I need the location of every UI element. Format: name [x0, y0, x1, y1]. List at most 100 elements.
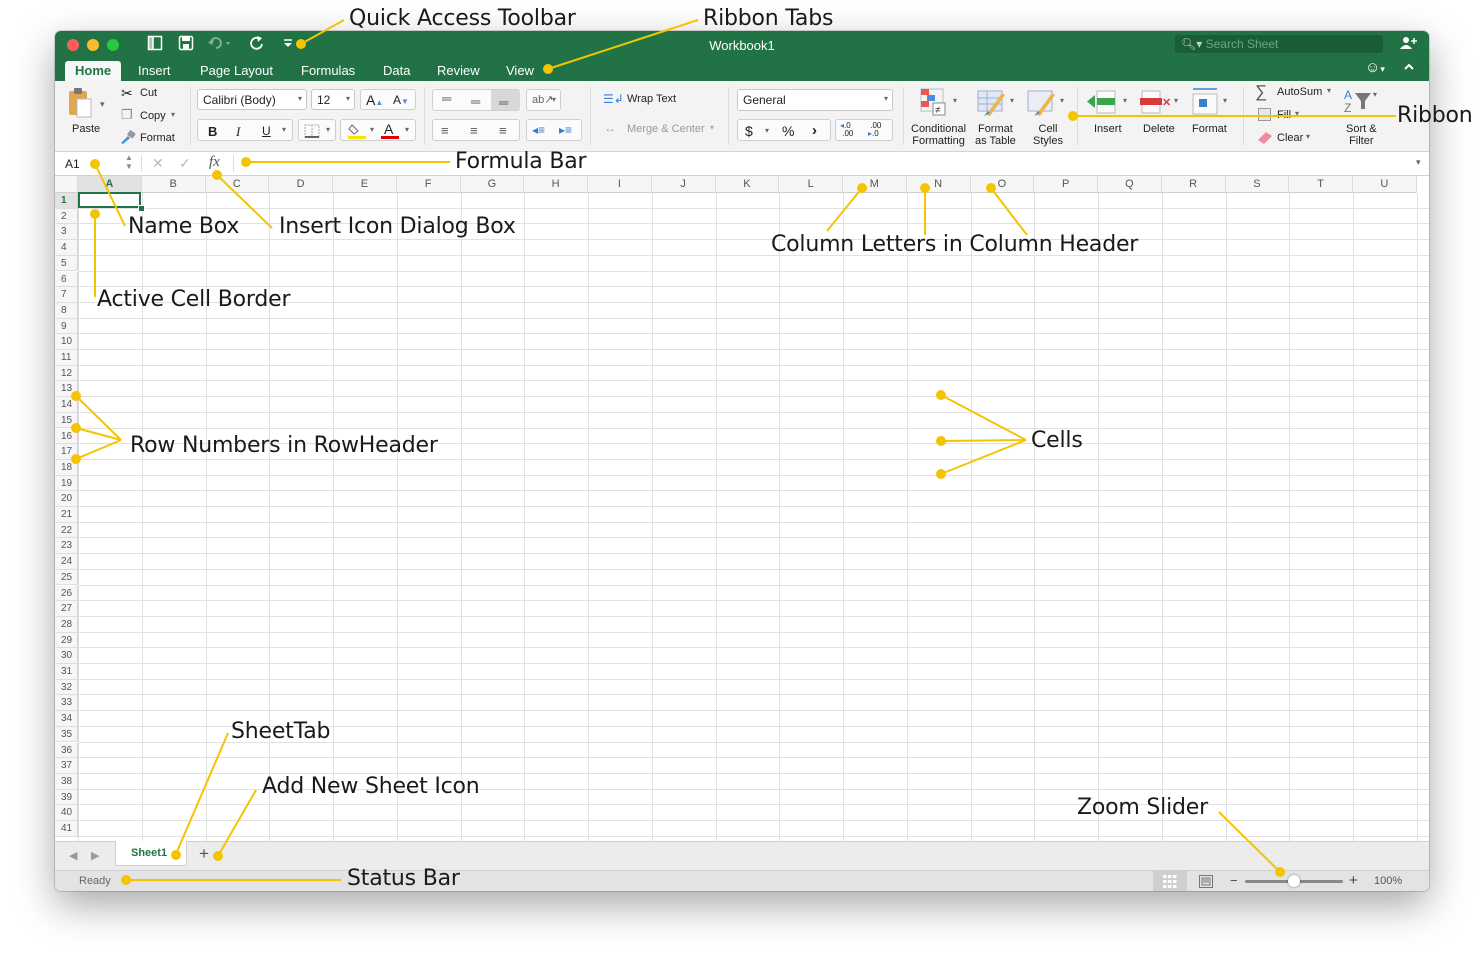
merge-center-button[interactable]: Merge & Center	[627, 123, 705, 135]
align-left-icon[interactable]: ≡	[441, 123, 449, 138]
row-header-1[interactable]: 1	[55, 193, 78, 209]
tab-home[interactable]: Home	[65, 61, 122, 81]
page-layout-view-button[interactable]	[1199, 875, 1213, 891]
merge-icon[interactable]: ↔	[604, 121, 616, 135]
column-header-j[interactable]: J	[651, 176, 716, 193]
row-header-31[interactable]: 31	[55, 664, 78, 680]
row-header-12[interactable]: 12	[55, 365, 78, 382]
insert-function-icon[interactable]: fx	[209, 154, 220, 171]
format-painter-button[interactable]: Format	[140, 132, 175, 144]
clear-button[interactable]: Clear	[1277, 132, 1303, 144]
fill-color-button[interactable]	[347, 122, 367, 145]
row-header-35[interactable]: 35	[55, 726, 78, 743]
row-header-37[interactable]: 37	[55, 758, 78, 774]
wrap-text-icon[interactable]: ☰↲	[603, 92, 624, 106]
italic-button[interactable]: I	[236, 124, 240, 140]
copy-dropdown-icon[interactable]: ▾	[171, 110, 175, 119]
font-name-select[interactable]: Calibri (Body) ▾	[197, 89, 307, 110]
grow-font-button[interactable]: A▲	[366, 92, 383, 108]
format-cells-button[interactable]: Format	[1192, 123, 1227, 135]
column-header-i[interactable]: I	[588, 176, 652, 193]
increase-decimal-button[interactable]: ◂.0 .00	[840, 122, 853, 138]
row-header-8[interactable]: 8	[55, 302, 78, 319]
next-sheet-icon[interactable]: ▶	[91, 849, 99, 862]
column-header-e[interactable]: E	[333, 176, 397, 193]
column-header-k[interactable]: K	[715, 176, 780, 193]
sheet-tab-sheet1[interactable]: Sheet1	[115, 841, 187, 866]
conditional-formatting-button[interactable]: Conditional Formatting	[911, 123, 966, 147]
share-user-icon[interactable]	[1400, 35, 1418, 55]
increase-indent-icon[interactable]: ▸≡	[559, 123, 572, 137]
row-header-5[interactable]: 5	[55, 255, 78, 272]
column-header-o[interactable]: O	[970, 176, 1035, 193]
currency-button[interactable]: $	[745, 123, 753, 139]
percent-button[interactable]: %	[782, 123, 794, 139]
column-header-f[interactable]: F	[396, 176, 461, 193]
column-header-q[interactable]: Q	[1098, 176, 1162, 193]
underline-dropdown-icon[interactable]: ▾	[282, 125, 286, 134]
collapse-ribbon-icon[interactable]	[1403, 58, 1415, 80]
format-cells-icon[interactable]	[1191, 85, 1221, 120]
row-header-2[interactable]: 2	[55, 208, 78, 225]
align-right-icon[interactable]: ≡	[499, 123, 507, 138]
column-header-s[interactable]: S	[1225, 176, 1290, 193]
autosum-button[interactable]: AutoSum	[1277, 86, 1322, 98]
row-header-7[interactable]: 7	[55, 287, 78, 303]
normal-view-button[interactable]	[1153, 871, 1187, 891]
align-center-icon[interactable]: ≡	[470, 123, 478, 138]
row-header-11[interactable]: 11	[55, 350, 78, 366]
cell-styles-button[interactable]: Cell Styles	[1033, 123, 1063, 147]
row-header-38[interactable]: 38	[55, 773, 78, 790]
paste-icon[interactable]	[67, 87, 93, 124]
paste-label[interactable]: Paste	[72, 123, 100, 135]
paste-dropdown-icon[interactable]: ▾	[100, 99, 105, 110]
row-header-16[interactable]: 16	[55, 428, 78, 445]
column-header-t[interactable]: T	[1289, 176, 1353, 193]
column-header-r[interactable]: R	[1161, 176, 1226, 193]
column-header-l[interactable]: L	[779, 176, 843, 193]
insert-cells-icon[interactable]	[1087, 89, 1121, 120]
fill-button[interactable]: Fill	[1277, 109, 1291, 121]
tab-formulas[interactable]: Formulas	[291, 61, 365, 81]
name-box-stepper-icon[interactable]: ▲ ▼	[125, 153, 133, 171]
row-header-36[interactable]: 36	[55, 742, 78, 759]
column-header-d[interactable]: D	[269, 176, 333, 193]
row-header-13[interactable]: 13	[55, 381, 78, 398]
row-header-33[interactable]: 33	[55, 695, 78, 712]
align-middle-icon[interactable]: ═	[471, 94, 480, 109]
cell-styles-icon[interactable]	[1026, 87, 1058, 122]
zoom-percent-label[interactable]: 100%	[1374, 875, 1402, 887]
orientation-button[interactable]: ab↗ ▾	[526, 89, 561, 111]
number-format-select[interactable]: General ▾	[737, 89, 893, 111]
cancel-icon[interactable]: ✕	[152, 155, 164, 172]
autosum-icon[interactable]: ∑	[1255, 82, 1267, 102]
tab-page-layout[interactable]: Page Layout	[190, 61, 283, 81]
enter-checkmark-icon[interactable]: ✓	[179, 155, 191, 172]
wrap-text-button[interactable]: Wrap Text	[627, 93, 676, 105]
eraser-icon[interactable]	[1257, 130, 1273, 149]
font-size-select[interactable]: 12 ▾	[311, 89, 355, 110]
tab-insert[interactable]: Insert	[128, 61, 181, 81]
align-bottom-button[interactable]: ═	[491, 90, 520, 110]
row-header-3[interactable]: 3	[55, 224, 78, 241]
column-header-u[interactable]: U	[1353, 176, 1417, 193]
column-header-m[interactable]: M	[843, 176, 907, 193]
add-sheet-button[interactable]: +	[199, 844, 209, 864]
bold-button[interactable]: B	[208, 124, 217, 139]
zoom-out-button[interactable]: −	[1230, 873, 1238, 888]
row-header-32[interactable]: 32	[55, 679, 78, 696]
cut-button[interactable]: Cut	[140, 87, 157, 99]
row-header-25[interactable]: 25	[55, 569, 78, 586]
sort-filter-icon[interactable]: A Z ▾	[1343, 87, 1379, 120]
decrease-decimal-button[interactable]: .00 ▸.0	[868, 122, 881, 138]
sort-filter-button[interactable]: Sort & Filter	[1346, 123, 1377, 147]
copy-button[interactable]: Copy	[140, 110, 166, 122]
column-header-c[interactable]: C	[205, 176, 270, 193]
tab-data[interactable]: Data	[373, 61, 420, 81]
row-header-18[interactable]: 18	[55, 459, 78, 476]
row-header-27[interactable]: 27	[55, 601, 78, 617]
row-header-40[interactable]: 40	[55, 805, 78, 821]
row-header-19[interactable]: 19	[55, 475, 78, 492]
cut-icon[interactable]: ✂	[121, 85, 133, 102]
format-painter-icon[interactable]	[120, 130, 136, 149]
